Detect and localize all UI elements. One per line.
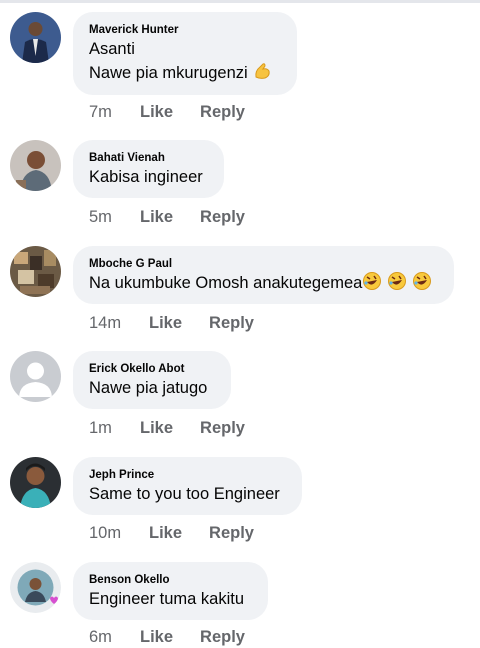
comment-meta: 6m Like Reply (89, 628, 245, 648)
rolling-laughing-icon (387, 271, 407, 298)
comment-author[interactable]: Maverick Hunter (89, 23, 281, 37)
comment-text: Engineer tuma kakitu (89, 590, 245, 608)
avatar[interactable] (10, 140, 61, 191)
comment-bubble: Bahati Vienah Kabisa ingineer (73, 140, 224, 198)
reply-button[interactable]: Reply (200, 208, 245, 227)
comment-bubble: Erick Okello Abot Nawe pia jatugo (73, 351, 231, 409)
comment-time[interactable]: 5m (89, 208, 140, 227)
reply-button[interactable]: Reply (209, 314, 254, 333)
like-button[interactable]: Like (140, 208, 173, 227)
comment-bubble: Maverick Hunter Asanti Nawe pia mkurugen… (73, 12, 297, 95)
comment-text: Same to you too Engineer (89, 485, 280, 503)
comment-time[interactable]: 7m (89, 103, 140, 122)
comment-author[interactable]: Jeph Prince (89, 468, 286, 482)
rolling-laughing-icon (362, 271, 382, 298)
like-button[interactable]: Like (140, 628, 173, 647)
like-button[interactable]: Like (149, 314, 182, 333)
comment-text: Kabisa ingineer (89, 168, 203, 186)
avatar[interactable] (10, 562, 61, 613)
comment-text: Nawe pia mkurugenzi (89, 61, 281, 88)
comment-meta: 1m Like Reply (89, 419, 245, 439)
like-button[interactable]: Like (149, 524, 182, 543)
comment-time[interactable]: 14m (89, 314, 149, 333)
like-button[interactable]: Like (140, 103, 173, 122)
top-divider (0, 0, 480, 3)
comment-time[interactable]: 10m (89, 524, 149, 543)
comment-meta: 10m Like Reply (89, 524, 254, 544)
comment-author[interactable]: Erick Okello Abot (89, 362, 215, 376)
comment-time[interactable]: 6m (89, 628, 140, 647)
comment-author[interactable]: Benson Okello (89, 573, 252, 587)
like-button[interactable]: Like (140, 419, 173, 438)
avatar[interactable] (10, 351, 61, 402)
rolling-laughing-icon (412, 271, 432, 298)
comment-time[interactable]: 1m (89, 419, 140, 438)
comment-meta: 7m Like Reply (89, 103, 245, 123)
comment-text: Na ukumbuke Omosh anakutegemea (89, 271, 438, 298)
comment-text: Nawe pia jatugo (89, 379, 208, 397)
reply-button[interactable]: Reply (200, 628, 245, 647)
comment-meta: 5m Like Reply (89, 208, 245, 228)
reply-button[interactable]: Reply (200, 103, 245, 122)
comment-bubble: Mboche G Paul Na ukumbuke Omosh anakuteg… (73, 246, 454, 304)
avatar[interactable] (10, 457, 61, 508)
avatar[interactable] (10, 12, 61, 63)
reply-button[interactable]: Reply (200, 419, 245, 438)
reply-button[interactable]: Reply (209, 524, 254, 543)
comment-author[interactable]: Mboche G Paul (89, 257, 438, 271)
comment-author[interactable]: Bahati Vienah (89, 151, 208, 165)
flexed-biceps-icon (252, 61, 272, 88)
comment-meta: 14m Like Reply (89, 314, 254, 334)
avatar[interactable] (10, 246, 61, 297)
comment-text: Asanti (89, 40, 135, 58)
comment-bubble: Jeph Prince Same to you too Engineer (73, 457, 302, 515)
comment-bubble: Benson Okello Engineer tuma kakitu (73, 562, 268, 620)
